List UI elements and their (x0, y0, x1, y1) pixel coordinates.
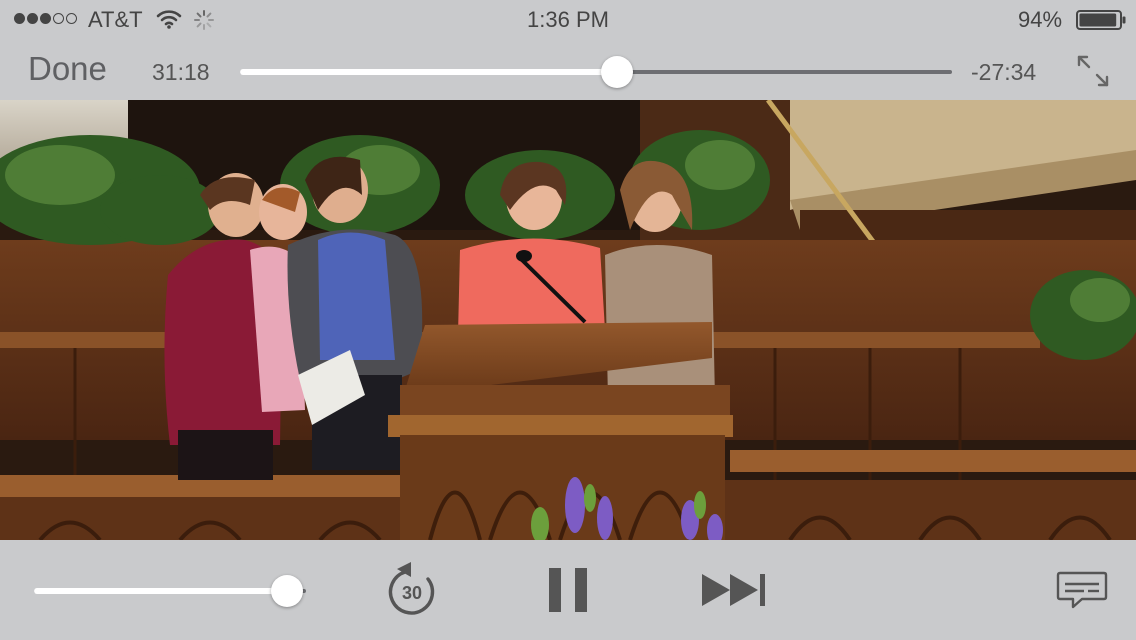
volume-knob[interactable] (270, 575, 303, 607)
skip-back-seconds: 30 (401, 583, 423, 603)
expand-arrows-icon[interactable] (1074, 52, 1112, 90)
scrubber-knob[interactable] (601, 56, 634, 88)
playback-scrubber[interactable] (240, 56, 952, 88)
battery-icon (1076, 10, 1126, 30)
done-button[interactable]: Done (28, 50, 107, 88)
elapsed-time: 31:18 (152, 59, 210, 85)
subtitles-speech-bubble-icon[interactable] (1056, 570, 1108, 610)
volume-level (34, 588, 287, 594)
pause-icon[interactable] (543, 564, 593, 616)
status-time: 1:36 PM (527, 7, 609, 32)
remaining-time: -27:34 (971, 59, 1037, 85)
skip-back-30-button[interactable]: 30 (382, 560, 442, 620)
next-track-icon[interactable] (700, 570, 770, 610)
scrubber-progress (240, 69, 618, 75)
video-frame[interactable] (0, 100, 1136, 540)
status-bar: AT&T 1:36 PM 94% (0, 0, 1136, 40)
video-picture (0, 100, 1136, 540)
volume-slider[interactable] (34, 575, 306, 607)
battery-percent: 94% (1018, 7, 1063, 32)
